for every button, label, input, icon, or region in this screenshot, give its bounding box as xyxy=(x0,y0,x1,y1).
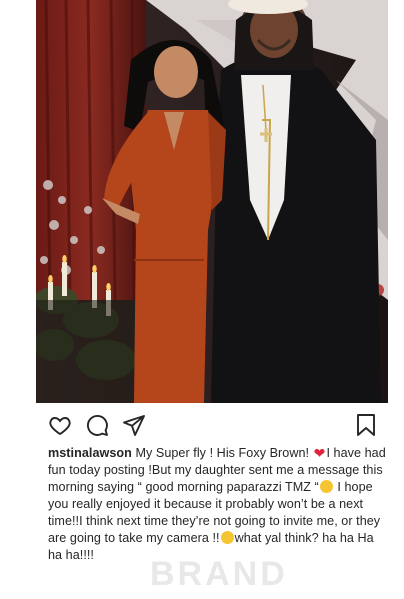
post-actions-bar xyxy=(36,403,388,445)
username-link[interactable]: mstinalawson xyxy=(48,446,132,460)
bookmark-icon[interactable] xyxy=(354,413,378,437)
heart-red-emoji: ❤ xyxy=(313,445,326,461)
post-caption: mstinalawson My Super fly ! His Foxy Bro… xyxy=(48,445,388,564)
laughing-emoji xyxy=(319,480,333,493)
comment-icon[interactable] xyxy=(85,413,109,437)
grimacing-emoji xyxy=(220,531,234,544)
post-photo[interactable] xyxy=(36,0,388,403)
caption-text-1: My Super fly ! His Foxy Brown! xyxy=(131,446,313,460)
heart-icon[interactable] xyxy=(48,413,72,437)
post-image xyxy=(36,0,388,403)
share-icon[interactable] xyxy=(122,413,146,437)
